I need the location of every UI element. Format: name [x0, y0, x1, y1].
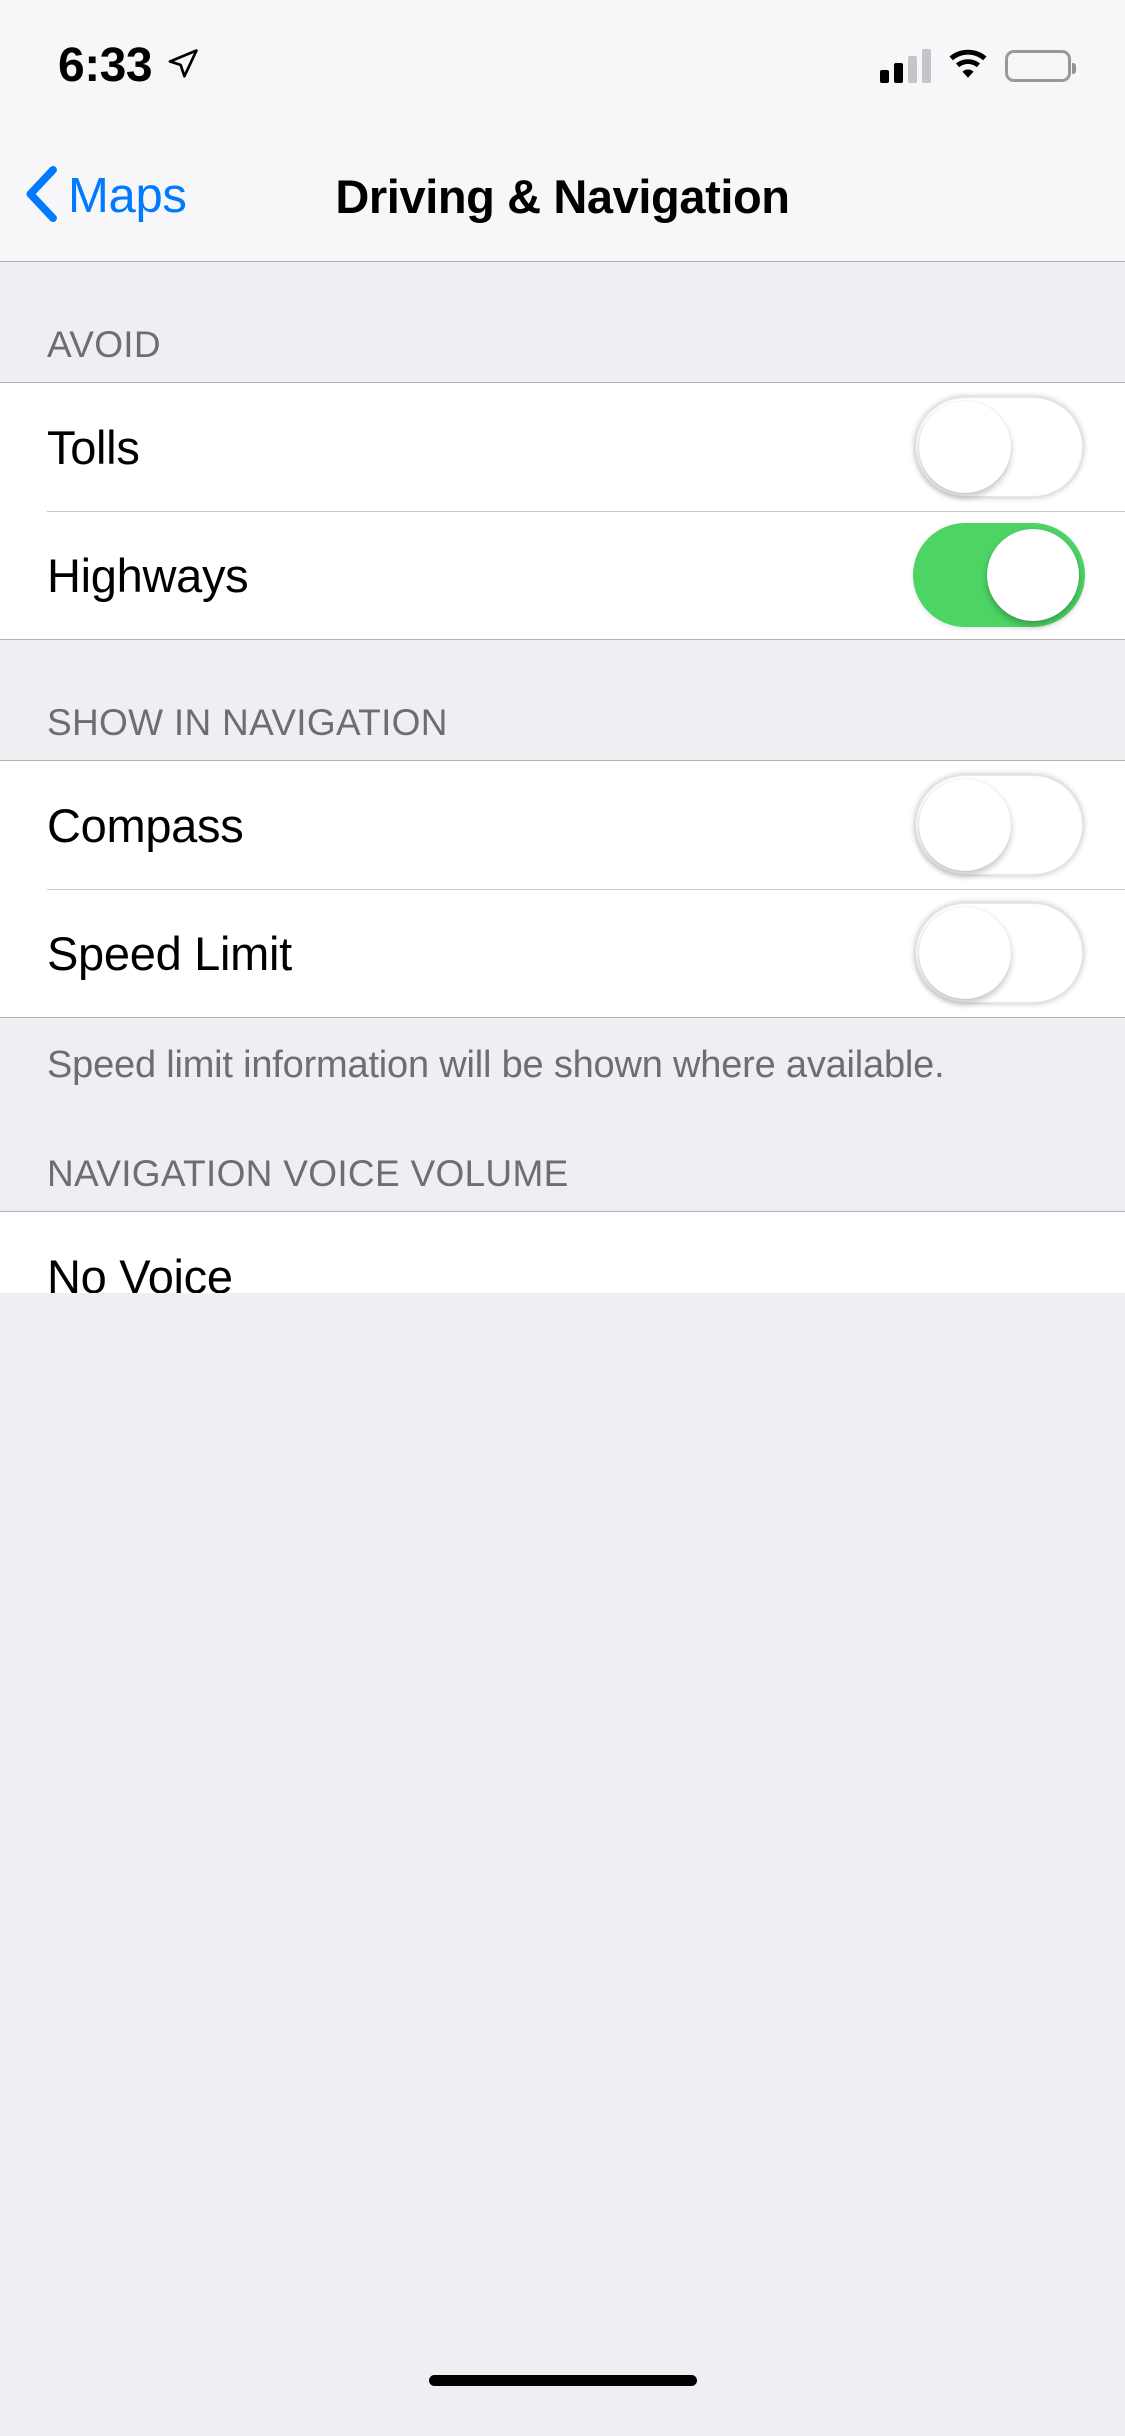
- iphone-screen: 6:33 Maps Driving & Navigation AVOID Tol…: [0, 0, 1125, 2436]
- section-header-show-in-navigation: SHOW IN NAVIGATION: [0, 640, 1125, 760]
- row-compass[interactable]: Compass: [0, 761, 1125, 889]
- toggle-knob: [919, 401, 1011, 493]
- section-group-show-in-navigation: Compass Speed Limit: [0, 760, 1125, 1018]
- status-bar-right: [880, 48, 1076, 85]
- row-label-compass: Compass: [47, 798, 244, 852]
- toggle-tolls[interactable]: [913, 395, 1085, 499]
- row-label-speed-limit: Speed Limit: [47, 926, 292, 980]
- row-label-tolls: Tolls: [47, 420, 140, 474]
- status-bar: 6:33: [0, 0, 1125, 132]
- bottom-spacer: [0, 1293, 1125, 2324]
- section-header-avoid: AVOID: [0, 262, 1125, 382]
- home-indicator-area: [0, 2324, 1125, 2436]
- section-group-avoid: Tolls Highways: [0, 382, 1125, 640]
- toggle-knob: [987, 529, 1079, 621]
- toggle-knob: [919, 907, 1011, 999]
- toggle-compass[interactable]: [913, 773, 1085, 877]
- status-bar-left: 6:33: [58, 42, 200, 90]
- row-label-no-voice: No Voice: [47, 1249, 233, 1294]
- row-speed-limit[interactable]: Speed Limit: [0, 889, 1125, 1017]
- cellular-signal-icon: [880, 49, 931, 83]
- wifi-icon: [947, 48, 989, 85]
- home-indicator[interactable]: [428, 2374, 697, 2386]
- location-arrow-icon: [166, 47, 200, 86]
- row-tolls[interactable]: Tolls: [0, 383, 1125, 511]
- section-group-navigation-voice-volume: No Voice Low Volume Normal Volume Loud V…: [0, 1211, 1125, 1293]
- toggle-knob: [919, 779, 1011, 871]
- toggle-speed-limit[interactable]: [913, 901, 1085, 1005]
- status-bar-clock: 6:33: [58, 39, 153, 92]
- row-highways[interactable]: Highways: [0, 511, 1125, 639]
- toggle-highways[interactable]: [913, 523, 1085, 627]
- settings-table: AVOID Tolls Highways SHOW IN NAVIGATION …: [0, 262, 1125, 1293]
- row-label-highways: Highways: [47, 548, 249, 602]
- section-header-navigation-voice-volume: NAVIGATION VOICE VOLUME: [0, 1091, 1125, 1211]
- section-footer-speed-limit: Speed limit information will be shown wh…: [0, 1018, 1125, 1091]
- navigation-bar: Maps Driving & Navigation: [0, 132, 1125, 262]
- back-button-label: Maps: [68, 169, 187, 223]
- back-button[interactable]: Maps: [0, 165, 187, 228]
- chevron-left-icon: [24, 165, 58, 228]
- row-no-voice[interactable]: No Voice: [0, 1212, 1125, 1293]
- battery-full-icon: [1005, 50, 1076, 82]
